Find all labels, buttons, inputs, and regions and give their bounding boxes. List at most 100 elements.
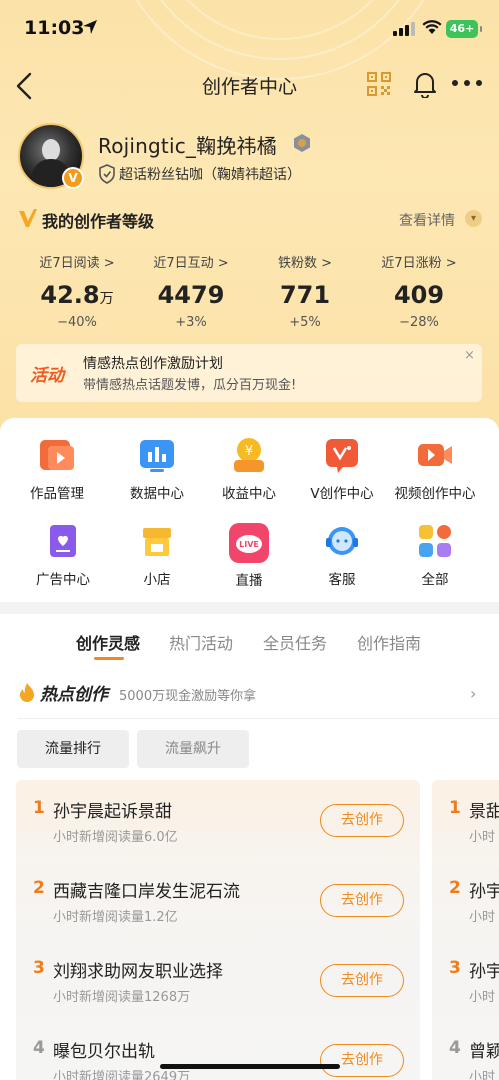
- tool-label: 作品管理: [30, 486, 84, 502]
- level-details-link[interactable]: 查看详情: [399, 210, 455, 230]
- video-icon: [416, 436, 454, 474]
- topic-reads: 小时: [469, 830, 496, 845]
- chip-traffic-ranking[interactable]: 流量排行: [17, 730, 129, 768]
- stat-value: 409: [393, 281, 445, 309]
- signal-icon: [393, 22, 415, 36]
- list-item[interactable]: 4 曾颖 小时: [432, 1020, 499, 1080]
- stat-value: 771: [279, 281, 331, 309]
- qr-code-icon[interactable]: [367, 72, 391, 96]
- chevron-right-icon[interactable]: ›: [470, 684, 476, 703]
- income-icon: ¥: [230, 436, 268, 474]
- tab-inspiration[interactable]: 创作灵感: [76, 630, 140, 654]
- rank-number: 1: [33, 798, 45, 818]
- hot-creation-subtitle: 5000万现金激励等你拿: [119, 689, 257, 704]
- topic-title: 曝包贝尔出轨: [53, 1042, 155, 1062]
- tool-v-create[interactable]: V创作中心: [295, 436, 389, 502]
- list-item[interactable]: 3 孙宇 小时: [432, 940, 499, 1020]
- stat-change: −28%: [399, 315, 439, 330]
- works-icon: [38, 436, 76, 474]
- tab-hot-activities[interactable]: 热门活动: [169, 630, 233, 654]
- banner-subtitle: 带情感热点话题发博，瓜分百万现金!: [83, 378, 297, 393]
- activity-logo: 活动: [30, 366, 64, 386]
- rank-number: 3: [33, 958, 45, 978]
- tool-shop[interactable]: 小店: [110, 522, 204, 588]
- fire-icon: [20, 683, 34, 702]
- activity-banner[interactable]: 活动 情感热点创作激励计划 带情感热点话题发博，瓜分百万现金! ×: [16, 344, 482, 402]
- stat-value: 4479: [157, 281, 225, 309]
- ranking-card-secondary[interactable]: 1 景甜 小时 2 孙宇 小时 3 孙宇 小时 4 曾颖 小时: [432, 780, 499, 1080]
- svg-text:¥: ¥: [245, 444, 253, 459]
- svg-text:LIVE: LIVE: [239, 540, 259, 549]
- stat-loyal-fans[interactable]: 铁粉数 > 771 +5%: [250, 252, 360, 330]
- hot-creation-title: 热点创作: [40, 685, 108, 705]
- tool-all[interactable]: 全部: [388, 522, 482, 588]
- bell-icon[interactable]: [412, 70, 438, 98]
- topic-reads: 小时新增阅读量1.2亿: [53, 910, 178, 925]
- shop-icon: [138, 522, 176, 560]
- stat-new-followers[interactable]: 近7日涨粉 > 409 −28%: [364, 252, 474, 330]
- topic-reads: 小时新增阅读量6.0亿: [53, 830, 178, 845]
- location-arrow-icon: [83, 20, 97, 34]
- list-item[interactable]: 3 刘翔求助网友职业选择 小时新增阅读量1268万 去创作: [16, 940, 420, 1020]
- tool-label: 小店: [143, 572, 171, 588]
- fan-tag[interactable]: 超话粉丝钻咖（鞠婧祎超话）: [119, 164, 301, 184]
- tab-guide[interactable]: 创作指南: [357, 630, 421, 654]
- list-item[interactable]: 4 曝包贝尔出轨 小时新增阅读量2649万 去创作: [16, 1020, 420, 1080]
- tool-works[interactable]: 作品管理: [10, 436, 104, 502]
- tool-service[interactable]: 客服: [295, 522, 389, 588]
- topic-title: 西藏吉隆口岸发生泥石流: [53, 882, 240, 902]
- more-options-icon[interactable]: [452, 80, 486, 88]
- chevron-down-icon[interactable]: ▾: [465, 210, 482, 227]
- tool-label: V创作中心: [310, 486, 374, 502]
- shield-icon: [99, 164, 115, 184]
- active-tab-indicator: [94, 657, 124, 660]
- stat-change: +3%: [175, 315, 207, 330]
- rank-number: 1: [449, 798, 461, 818]
- create-button[interactable]: 去创作: [320, 1044, 404, 1077]
- list-item[interactable]: 2 西藏吉隆口岸发生泥石流 小时新增阅读量1.2亿 去创作: [16, 860, 420, 940]
- all-icon: [416, 522, 454, 560]
- stat-interactions[interactable]: 近7日互动 > 4479 +3%: [136, 252, 246, 330]
- chip-traffic-surge[interactable]: 流量飙升: [137, 730, 249, 768]
- rank-number: 2: [449, 878, 461, 898]
- topic-title: 孙宇晨起诉景甜: [53, 802, 172, 822]
- ranking-card: 1 孙宇晨起诉景甜 小时新增阅读量6.0亿 去创作 2 西藏吉隆口岸发生泥石流 …: [16, 780, 420, 1080]
- list-item[interactable]: 2 孙宇 小时: [432, 860, 499, 940]
- data-icon: [138, 436, 176, 474]
- create-button[interactable]: 去创作: [320, 804, 404, 837]
- tool-income[interactable]: ¥ 收益中心: [202, 436, 296, 502]
- verified-badge: V: [62, 167, 84, 189]
- close-icon[interactable]: ×: [464, 348, 475, 363]
- username: Rojingtic_鞠挽祎橘: [98, 134, 277, 158]
- create-button[interactable]: 去创作: [320, 884, 404, 917]
- wifi-icon: [422, 20, 442, 34]
- tool-label: 视频创作中心: [394, 486, 476, 502]
- list-item[interactable]: 1 景甜 小时: [432, 780, 499, 860]
- inspiration-section: 创作灵感 热门活动 全员任务 创作指南 热点创作 5000万现金激励等你拿 › …: [0, 614, 499, 1080]
- status-time: 11:03: [24, 17, 85, 39]
- rank-number: 2: [33, 878, 45, 898]
- topic-reads: 小时新增阅读量1268万: [53, 990, 191, 1005]
- stat-label: 近7日阅读 >: [39, 256, 115, 271]
- tool-data[interactable]: 数据中心: [110, 436, 204, 502]
- tab-all-tasks[interactable]: 全员任务: [263, 630, 327, 654]
- live-icon: LIVE: [228, 522, 270, 564]
- tool-label: 全部: [421, 572, 449, 588]
- tools-panel: 作品管理 数据中心 ¥ 收益中心 V创作中心 视频创作中心 广告中心 小店 LI…: [0, 418, 499, 602]
- tool-live[interactable]: LIVE 直播: [202, 522, 296, 589]
- stat-reads[interactable]: 近7日阅读 > 42.8万 −40%: [22, 252, 132, 330]
- create-button[interactable]: 去创作: [320, 964, 404, 997]
- service-icon: [323, 522, 361, 560]
- tool-label: 收益中心: [222, 486, 276, 502]
- list-item[interactable]: 1 孙宇晨起诉景甜 小时新增阅读量6.0亿 去创作: [16, 780, 420, 860]
- tool-ad[interactable]: 广告中心: [16, 522, 110, 588]
- stat-label: 近7日涨粉 >: [381, 256, 457, 271]
- topic-title: 刘翔求助网友职业选择: [53, 962, 223, 982]
- tool-video-create[interactable]: 视频创作中心: [388, 436, 482, 502]
- topic-reads: 小时: [469, 1070, 496, 1080]
- stat-value: 42.8万: [40, 281, 114, 309]
- topic-title: 孙宇: [469, 962, 499, 982]
- topic-title: 孙宇: [469, 882, 499, 902]
- home-indicator[interactable]: [160, 1064, 340, 1069]
- avatar-face: [42, 139, 60, 161]
